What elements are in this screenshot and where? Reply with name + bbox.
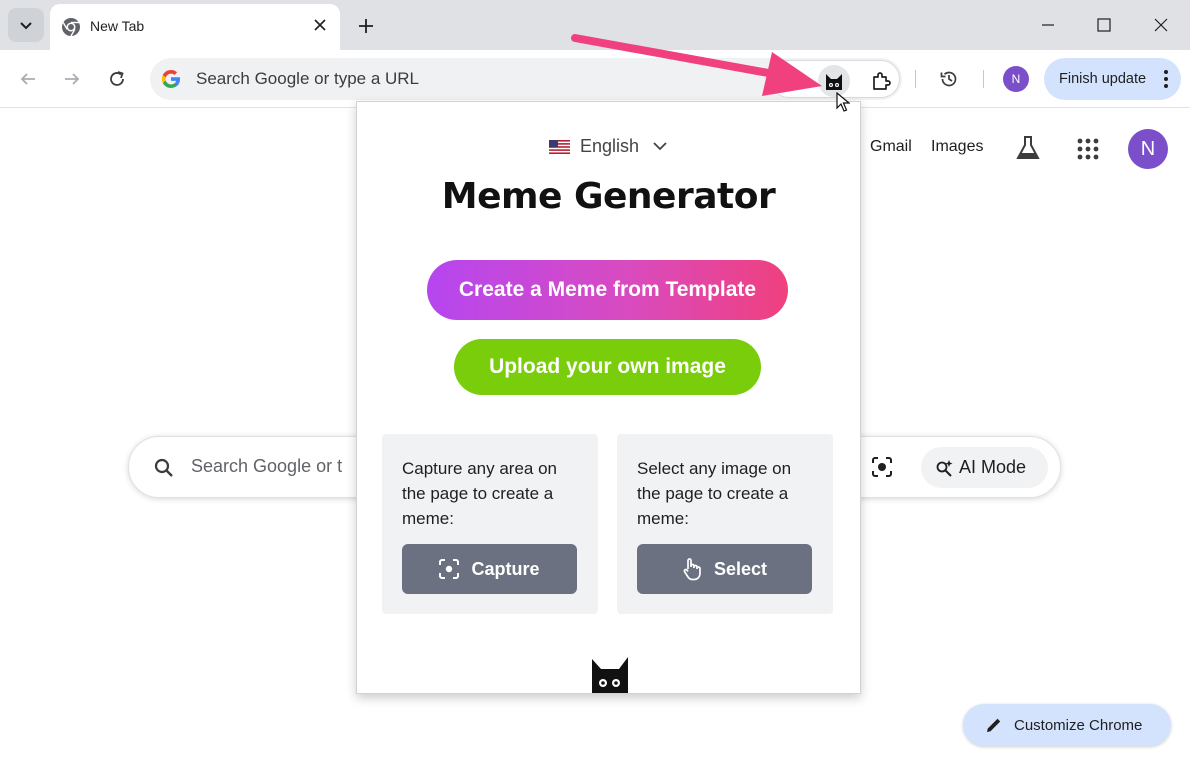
tab-search-button[interactable] bbox=[8, 8, 44, 42]
language-selector[interactable]: English bbox=[549, 136, 667, 157]
language-label: English bbox=[580, 136, 640, 156]
search-placeholder: Search Google or t bbox=[191, 456, 343, 476]
history-icon[interactable] bbox=[934, 64, 964, 94]
toolbar-divider bbox=[915, 70, 916, 88]
select-description: Select any image on the page to create a… bbox=[637, 459, 792, 528]
select-label: Select bbox=[713, 558, 768, 579]
popup-title: Meme Generator bbox=[441, 176, 776, 217]
search-magnifier-icon bbox=[154, 458, 173, 477]
more-vert-icon[interactable] bbox=[1163, 69, 1169, 89]
apps-grid-icon[interactable] bbox=[1076, 137, 1100, 161]
maximize-icon[interactable] bbox=[1089, 10, 1119, 40]
images-link[interactable]: Images bbox=[931, 138, 983, 156]
pencil-icon bbox=[987, 718, 1001, 732]
upload-image-button[interactable]: Upload your own image bbox=[454, 339, 761, 395]
google-lens-icon[interactable] bbox=[870, 455, 894, 479]
capture-card: Capture any area on the page to create a… bbox=[382, 434, 598, 614]
ai-mode-label: AI Mode bbox=[959, 457, 1027, 477]
ai-mode-sparkle-icon bbox=[936, 459, 953, 477]
capture-frame-icon bbox=[439, 559, 460, 579]
chrome-favicon-icon bbox=[62, 18, 80, 37]
customize-chrome-label: Customize Chrome bbox=[1014, 716, 1143, 734]
omnibox-input[interactable] bbox=[196, 58, 756, 100]
customize-chrome-button[interactable]: Customize Chrome bbox=[963, 704, 1171, 746]
finish-update-button[interactable]: Finish update bbox=[1044, 58, 1181, 100]
extensions-pill bbox=[770, 60, 900, 98]
ai-mode-button[interactable]: AI Mode bbox=[921, 447, 1048, 488]
create-from-template-button[interactable]: Create a Meme from Template bbox=[427, 260, 788, 320]
toolbar-divider bbox=[983, 70, 984, 88]
mouse-cursor-icon bbox=[836, 92, 850, 112]
tab-new-tab[interactable]: New Tab bbox=[50, 4, 340, 50]
finish-update-label: Finish update bbox=[1059, 71, 1147, 87]
tab-title: New Tab bbox=[90, 18, 145, 34]
google-g-icon bbox=[162, 70, 180, 88]
reload-icon[interactable] bbox=[102, 64, 132, 94]
gmail-link[interactable]: Gmail bbox=[870, 138, 912, 156]
chevron-down-icon bbox=[653, 142, 667, 151]
window-close-icon[interactable] bbox=[1146, 10, 1176, 40]
select-card: Select any image on the page to create a… bbox=[617, 434, 833, 614]
minimize-icon[interactable] bbox=[1033, 10, 1063, 40]
forward-icon[interactable] bbox=[57, 64, 87, 94]
extensions-puzzle-icon[interactable] bbox=[865, 65, 897, 97]
capture-button[interactable]: Capture bbox=[402, 544, 577, 594]
us-flag-icon bbox=[549, 139, 570, 154]
browser-toolbar: N Finish update bbox=[0, 50, 1190, 108]
back-icon[interactable] bbox=[13, 64, 43, 94]
new-tab-icon[interactable] bbox=[352, 12, 380, 40]
capture-description: Capture any area on the page to create a… bbox=[402, 459, 557, 528]
tab-close-icon[interactable] bbox=[310, 15, 330, 35]
labs-flask-icon[interactable] bbox=[1014, 134, 1042, 162]
capture-label: Capture bbox=[471, 558, 540, 579]
google-profile-avatar[interactable]: N bbox=[1128, 129, 1168, 169]
tab-strip: New Tab bbox=[0, 0, 1190, 50]
omnibox[interactable] bbox=[150, 58, 902, 100]
meme-generator-popup: English Meme Generator Create a Meme fro… bbox=[356, 101, 861, 694]
profile-avatar[interactable]: N bbox=[1003, 66, 1029, 92]
tab-search-icon bbox=[20, 22, 32, 30]
cat-logo-icon bbox=[592, 657, 628, 693]
hand-pointer-icon bbox=[683, 558, 701, 581]
select-button[interactable]: Select bbox=[637, 544, 812, 594]
